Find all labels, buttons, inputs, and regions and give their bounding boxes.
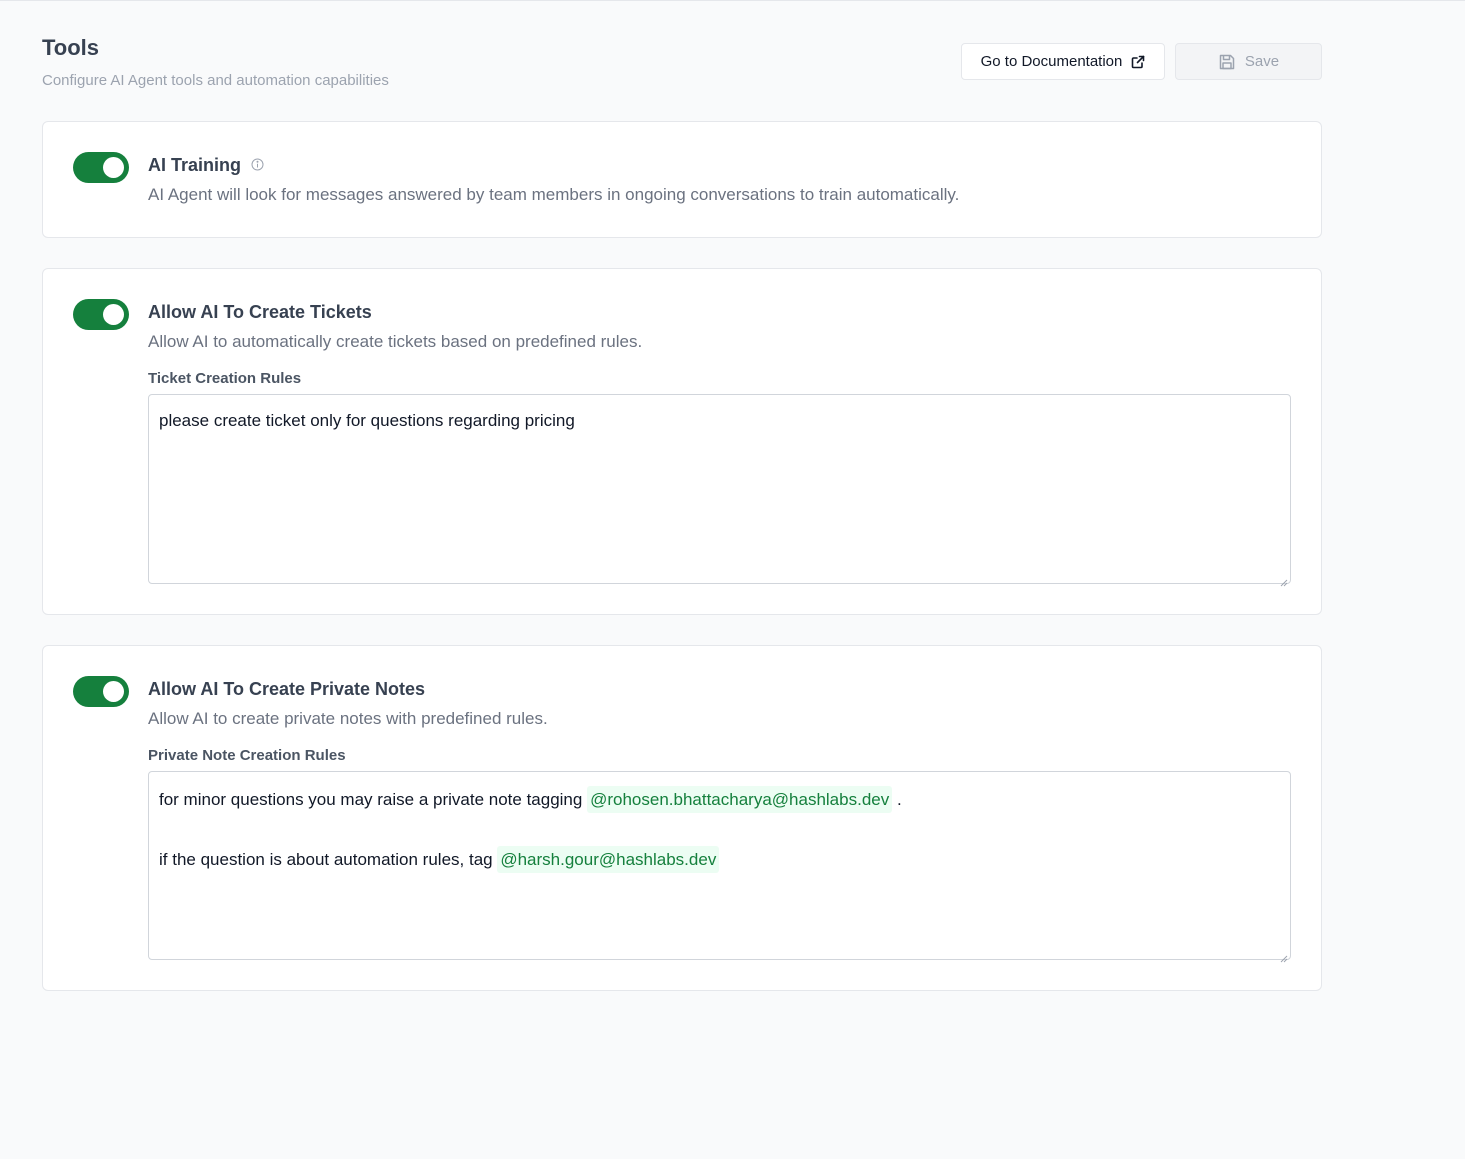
rules-line-2-text: if the question is about automation rule… (159, 850, 493, 869)
create-tickets-card: Allow AI To Create Tickets Allow AI to a… (42, 268, 1322, 615)
ai-training-toggle[interactable] (73, 152, 129, 183)
toggle-knob (103, 681, 124, 702)
resize-handle-icon[interactable] (1279, 572, 1288, 587)
empty-line (159, 816, 1280, 846)
rules-line-1-text: for minor questions you may raise a priv… (159, 790, 583, 809)
ai-training-card: AI Training AI Agent will look for messa… (42, 121, 1322, 238)
ai-training-title-text: AI Training (148, 155, 242, 175)
save-label: Save (1244, 53, 1280, 70)
create-private-notes-title: Allow AI To Create Private Notes (148, 679, 425, 700)
mention-tag[interactable]: @rohosen.bhattacharya@hashlabs.dev (587, 786, 893, 813)
create-tickets-description: Allow AI to automatically create tickets… (148, 332, 643, 351)
create-private-notes-title-text: Allow AI To Create Private Notes (148, 679, 426, 699)
create-tickets-title: Allow AI To Create Tickets (148, 302, 372, 323)
page-header: Tools Configure AI Agent tools and autom… (42, 0, 1322, 121)
toggle-knob (103, 304, 124, 325)
private-note-rules-label: Private Note Creation Rules (148, 747, 346, 764)
page-subtitle: Configure AI Agent tools and automation … (42, 72, 389, 89)
save-button[interactable]: Save (1175, 43, 1322, 80)
create-private-notes-description: Allow AI to create private notes with pr… (148, 709, 548, 728)
ticket-rules-text: please create ticket only for questions … (159, 411, 575, 430)
ai-training-description: AI Agent will look for messages answered… (148, 185, 960, 204)
tools-page: Tools Configure AI Agent tools and autom… (42, 0, 1322, 991)
mention-tag[interactable]: @harsh.gour@hashlabs.dev (497, 846, 720, 873)
ai-training-title: AI Training (148, 155, 264, 176)
rules-line-1: for minor questions you may raise a priv… (159, 786, 1280, 816)
rules-line-2: if the question is about automation rule… (159, 846, 1280, 876)
create-tickets-toggle[interactable] (73, 299, 129, 330)
create-tickets-title-text: Allow AI To Create Tickets (148, 302, 372, 322)
create-private-notes-card: Allow AI To Create Private Notes Allow A… (42, 645, 1322, 991)
save-icon (1218, 53, 1236, 71)
toggle-knob (103, 157, 124, 178)
go-to-documentation-label: Go to Documentation (980, 53, 1123, 70)
external-link-icon (1131, 55, 1145, 69)
private-note-rules-editor[interactable]: for minor questions you may raise a priv… (148, 771, 1291, 963)
info-icon[interactable] (251, 155, 264, 176)
page-title: Tools (42, 35, 100, 60)
ticket-rules-label: Ticket Creation Rules (148, 370, 302, 387)
create-private-notes-toggle[interactable] (73, 676, 129, 707)
ticket-rules-textarea[interactable]: please create ticket only for questions … (148, 394, 1291, 587)
go-to-documentation-button[interactable]: Go to Documentation (961, 43, 1165, 80)
rules-line-1-end: . (896, 790, 902, 809)
resize-handle-icon[interactable] (1279, 948, 1288, 963)
